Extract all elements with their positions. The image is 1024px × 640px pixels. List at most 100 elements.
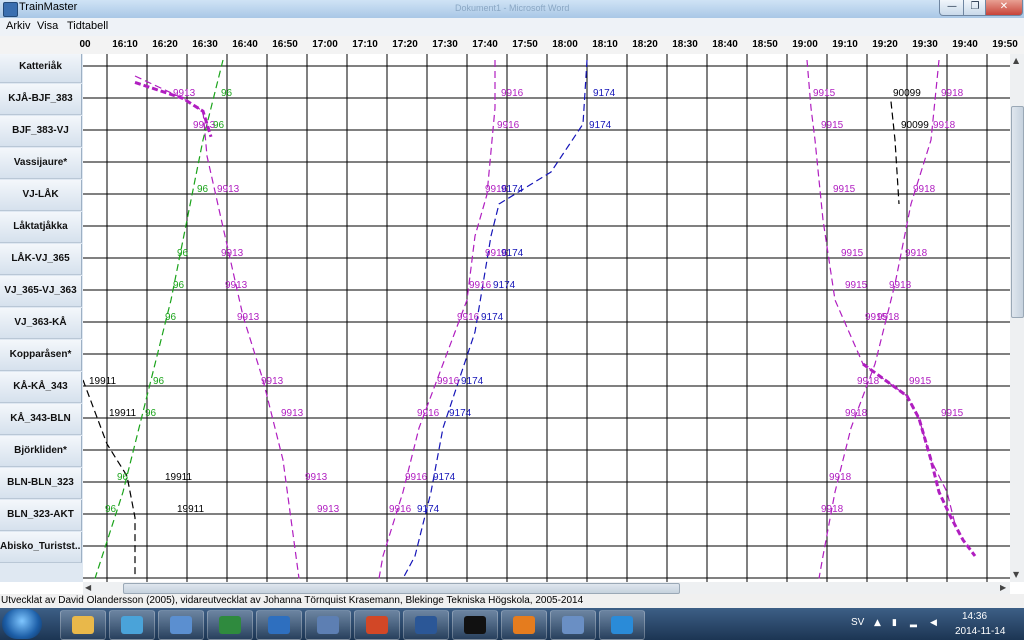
remote-desktop-icon bbox=[317, 616, 339, 634]
time-tick-label: 18:10 bbox=[592, 39, 618, 50]
station-label[interactable]: Björkliden* bbox=[0, 436, 82, 467]
train-path bbox=[134, 75, 300, 579]
station-label[interactable]: BLN-BLN_323 bbox=[0, 468, 82, 499]
device-icon[interactable]: ▮ bbox=[892, 618, 902, 628]
scroll-down-icon[interactable]: ▼ bbox=[1013, 570, 1019, 579]
train-label: 9918 bbox=[877, 312, 900, 323]
train-label: 9916 bbox=[389, 504, 412, 515]
time-tick-label: 19:10 bbox=[832, 39, 858, 50]
clock-date[interactable]: 2014-11-14 bbox=[955, 626, 1005, 637]
time-tick-label: 16:10 bbox=[112, 39, 138, 50]
train-meet-segment bbox=[862, 362, 977, 557]
scroll-up-icon[interactable]: ▲ bbox=[1013, 56, 1019, 65]
train-label: 9918 bbox=[845, 408, 868, 419]
taskbar-trainmaster-app[interactable] bbox=[158, 610, 204, 640]
image-viewer-icon bbox=[562, 616, 584, 634]
time-tick-label: 16:30 bbox=[192, 39, 218, 50]
train-label: 9918 bbox=[821, 504, 844, 515]
menu-tidtabell[interactable]: Tidtabell bbox=[67, 20, 108, 32]
scroll-left-icon[interactable]: ◀ bbox=[85, 583, 91, 592]
station-label[interactable]: KJÅ-BJF_383 bbox=[0, 84, 82, 115]
train-label: 19911 bbox=[177, 504, 205, 515]
train-label: 9916 bbox=[437, 376, 460, 387]
train-label: 96 bbox=[105, 504, 117, 515]
station-label[interactable]: LÅK-VJ_365 bbox=[0, 244, 82, 275]
maximize-button[interactable]: ❐ bbox=[963, 0, 987, 16]
menu-arkiv[interactable]: Arkiv bbox=[6, 20, 30, 32]
time-tick-label: 16:40 bbox=[232, 39, 258, 50]
station-label[interactable]: Abisko_Turistst... bbox=[0, 532, 82, 563]
train-label: 9918 bbox=[913, 184, 936, 195]
station-label[interactable]: Vassijaure* bbox=[0, 148, 82, 179]
horizontal-scroll-thumb[interactable] bbox=[123, 583, 680, 594]
station-label[interactable]: Kopparåsen* bbox=[0, 340, 82, 371]
scroll-right-icon[interactable]: ▶ bbox=[1000, 583, 1006, 592]
train-label: 9918 bbox=[829, 472, 852, 483]
train-label: 9913 bbox=[305, 472, 328, 483]
time-tick-label: 18:30 bbox=[672, 39, 698, 50]
window-titlebar[interactable]: TrainMaster Dokument1 - Microsoft Word —… bbox=[0, 0, 1024, 18]
taskbar-remote-desktop[interactable] bbox=[305, 610, 351, 640]
train-label: 96 bbox=[213, 120, 225, 131]
train-graph[interactable]: 9913991399139913991399139913991399139913… bbox=[83, 54, 1010, 582]
station-label[interactable]: Låktatjåkka bbox=[0, 212, 82, 243]
language-indicator[interactable]: SV bbox=[851, 617, 864, 628]
minimize-button[interactable]: — bbox=[939, 0, 965, 16]
taskbar-excel[interactable] bbox=[207, 610, 253, 640]
train-label: 96 bbox=[221, 88, 233, 99]
show-hidden-icons-icon[interactable]: ▲ bbox=[874, 618, 884, 628]
network-app-icon bbox=[121, 616, 143, 634]
taskbar-internet-explorer[interactable] bbox=[599, 610, 645, 640]
station-label[interactable]: BJF_383-VJ bbox=[0, 116, 82, 147]
train-label: 9918 bbox=[889, 280, 912, 291]
station-label[interactable]: VJ_363-KÅ bbox=[0, 308, 82, 339]
taskbar-image-viewer[interactable] bbox=[550, 610, 596, 640]
network-icon[interactable]: ▂ bbox=[910, 618, 920, 628]
train-label: 9913 bbox=[281, 408, 304, 419]
train-label: 9916 bbox=[469, 280, 492, 291]
train-label: 9913 bbox=[173, 88, 196, 99]
station-label[interactable]: KÅ-KÅ_343 bbox=[0, 372, 82, 403]
horizontal-scrollbar[interactable]: ◀ ▶ bbox=[83, 582, 1010, 594]
train-label: 96 bbox=[197, 184, 209, 195]
vertical-scroll-thumb[interactable] bbox=[1011, 106, 1024, 318]
station-label[interactable]: Katteriåk bbox=[0, 54, 82, 83]
taskbar-file-explorer[interactable] bbox=[60, 610, 106, 640]
station-label[interactable]: BLN_323-AKT bbox=[0, 500, 82, 531]
java-icon bbox=[513, 616, 535, 634]
time-tick-label: 19:20 bbox=[872, 39, 898, 50]
train-label: 96 bbox=[173, 280, 185, 291]
vertical-scrollbar[interactable]: ▲ ▼ bbox=[1010, 54, 1024, 582]
train-label: 19911 bbox=[109, 408, 137, 419]
taskbar-network-app[interactable] bbox=[109, 610, 155, 640]
taskbar-word[interactable] bbox=[403, 610, 449, 640]
taskbar-java[interactable] bbox=[501, 610, 547, 640]
menu-visa[interactable]: Visa bbox=[37, 20, 58, 32]
notes-app-icon bbox=[268, 616, 290, 634]
time-tick-label: 18:20 bbox=[632, 39, 658, 50]
train-label: 9174 bbox=[501, 184, 524, 195]
station-label[interactable]: KÅ_343-BLN bbox=[0, 404, 82, 435]
train-label: 9174 bbox=[417, 504, 440, 515]
train-label: 90099 bbox=[893, 88, 921, 99]
taskbar-notes-app[interactable] bbox=[256, 610, 302, 640]
start-button[interactable] bbox=[2, 609, 42, 639]
train-label: 19911 bbox=[89, 376, 117, 387]
taskbar-command-prompt[interactable] bbox=[452, 610, 498, 640]
train-path bbox=[94, 59, 224, 579]
clock-time[interactable]: 14:36 bbox=[962, 611, 987, 622]
train-label: 96 bbox=[153, 376, 165, 387]
time-tick-label: 19:50 bbox=[992, 39, 1018, 50]
taskbar-powerpoint[interactable] bbox=[354, 610, 400, 640]
station-label[interactable]: VJ-LÅK bbox=[0, 180, 82, 211]
train-label: 9915 bbox=[909, 376, 932, 387]
train-label: 19911 bbox=[165, 472, 193, 483]
train-label: 9913 bbox=[217, 184, 240, 195]
time-tick-label: 19:30 bbox=[912, 39, 938, 50]
train-label: 96 bbox=[177, 248, 189, 259]
train-label: 9174 bbox=[481, 312, 504, 323]
close-button[interactable]: ✕ bbox=[985, 0, 1023, 16]
volume-icon[interactable]: ◀ bbox=[930, 618, 940, 628]
train-label: 9918 bbox=[857, 376, 880, 387]
station-label[interactable]: VJ_365-VJ_363 bbox=[0, 276, 82, 307]
